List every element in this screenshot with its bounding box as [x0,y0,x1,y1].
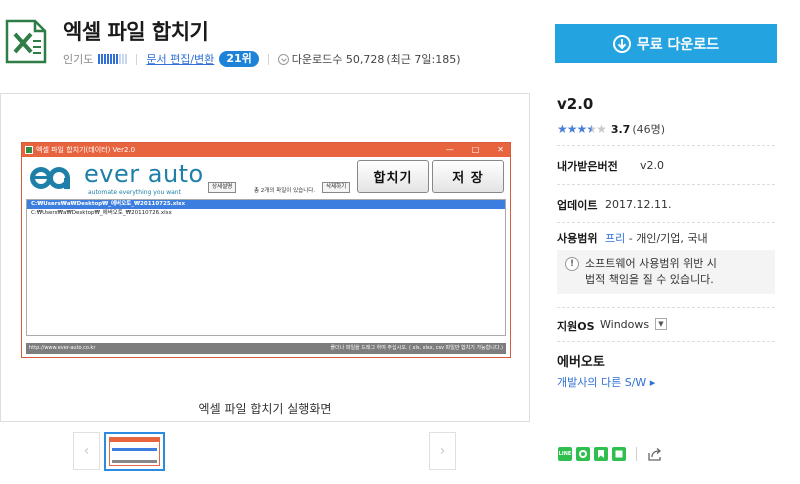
help-button: 상세설명 [208,182,237,193]
free-download-button[interactable]: 무료 다운로드 [555,24,777,63]
popularity-bar [98,54,128,64]
share-row: LINE [558,447,663,461]
brand-tagline: automate everything you want [88,189,181,196]
popularity-segment [104,54,107,64]
download-icon [612,34,631,53]
popularity-segment [101,54,104,64]
rating-row: ★★★★★ 3.7 (46명) [557,121,665,137]
window-statusbar: http://www.ever-auto.co.kr 폴더나 파일을 드래그 하… [26,343,506,354]
kakao-icon[interactable] [612,447,626,461]
popularity-segment [113,54,116,64]
star-icon: ★ [596,122,607,136]
rank-badge[interactable]: 21위 [219,51,259,67]
update-label: 업데이트 [557,199,598,212]
file-list: C:₩Users₩a₩Desktop₩_에버오토_₩20110725.xlsx … [26,199,506,336]
download-recent: (최근 7일:185) [386,53,461,66]
developer-other-software-link[interactable]: 개발사의 다른 S/W ▸ [557,374,655,390]
merge-button: 합치기 [357,160,429,193]
app-title: 엑셀 파일 합치기 [63,20,209,44]
file-list-item: C:₩Users₩a₩Desktop₩_에버오토_₩20110726.xlsx [31,210,172,216]
warning-line-2: 법적 책임을 질 수 있습니다. [585,273,714,286]
my-version-value: v2.0 [640,159,665,172]
rating-score: 3.7 [610,122,631,136]
star-icon: ★ [586,122,597,136]
thumbnail-item[interactable] [104,432,165,471]
app-meta-row: 인기도 문서 편집/변환 21위 다운로드수 50,728 (최근 7일:185… [63,51,460,67]
rating-count: (46명) [632,123,666,136]
minimize-icon: — [445,145,454,154]
chevron-right-icon: › [439,443,446,459]
version-title: v2.0 [557,95,594,113]
os-label: 지원OS [557,320,595,333]
status-url: http://www.ever-auto.co.kr [29,345,96,351]
popularity-segment [107,54,110,64]
close-icon: ✕ [497,145,504,154]
thumbnail-prev-button[interactable]: ‹ [73,432,100,470]
os-dropdown-button[interactable]: ▼ [655,318,667,330]
divider [557,184,775,185]
popularity-segment [116,54,119,64]
download-count-icon [277,53,289,65]
divider [636,447,637,461]
file-count-note: 총 2개의 파일이 있습니다. [254,188,316,194]
warning-line-1: 소프트웨어 사용범위 위반 시 [585,257,717,270]
popularity-segment [119,54,122,64]
category-link[interactable]: 문서 편집/변환 [146,51,214,67]
star-icon: ★ [566,122,578,136]
popularity-segment [122,54,125,64]
line-icon[interactable]: LINE [558,447,572,461]
popularity-segment [110,54,113,64]
window-app-icon [25,146,33,154]
share-icon[interactable] [647,447,663,461]
bookmark-icon[interactable] [594,447,608,461]
chevron-left-icon: ‹ [83,443,90,459]
rating-stars-icon: ★★★★★ [557,122,607,136]
popularity-segment [125,54,128,64]
divider [267,53,269,65]
delete-button: 삭제하기 [322,182,351,193]
divider [557,341,775,342]
divider [557,307,775,308]
developer-name: 에버오토 [557,355,605,370]
file-list-item: C:₩Users₩a₩Desktop₩_에버오토_₩20110725.xlsx [27,200,505,209]
app-window: 엑셀 파일 합치기(데이터) Ver2.0 — □ ✕ ever auto au… [21,142,511,358]
os-value: Windows [600,318,650,331]
thumbnail-next-button[interactable]: › [429,432,456,470]
my-version-label: 내가받은버전 [557,160,618,173]
window-titlebar: 엑셀 파일 합치기(데이터) Ver2.0 — □ ✕ [22,143,510,157]
window-controls: — □ ✕ [446,143,504,157]
star-icon: ★ [576,122,588,136]
maximize-icon: □ [471,145,480,154]
ever-auto-logo-icon [30,167,70,189]
divider [557,145,775,146]
popularity-segment [98,54,101,64]
scope-detail: - 개인/기업, 국내 [628,232,708,245]
star-icon: ★ [557,122,568,136]
update-date: 2017.12.11. [605,198,672,211]
window-title: 엑셀 파일 합치기(데이터) Ver2.0 [36,146,136,154]
download-button-label: 무료 다운로드 [636,36,720,53]
scope-label: 사용범위 [557,232,598,245]
status-hint: 폴더나 파일을 드래그 하여 주십시오. ( xls, xlsx, csv 파일… [330,345,503,351]
save-button: 저 장 [432,160,504,193]
popularity-label: 인기도 [63,53,94,66]
divider [136,53,138,65]
thumbnail-image [109,437,160,466]
download-count: 다운로드수 50,728 [291,53,385,66]
scope-value: 프리 - 개인/기업, 국내 [605,230,708,246]
divider [557,222,775,223]
band-icon[interactable] [576,447,590,461]
info-icon: ! [565,257,579,271]
brand-name: ever auto [84,160,204,188]
screenshot-caption: 엑셀 파일 합치기 실행화면 [198,402,332,416]
license-warning: ! 소프트웨어 사용범위 위반 시 법적 책임을 질 수 있습니다. [557,250,775,294]
excel-app-icon [5,19,47,64]
chevron-down-icon: ▼ [658,320,664,328]
scope-free: 프리 [605,232,626,245]
screenshot-viewer: 엑셀 파일 합치기(데이터) Ver2.0 — □ ✕ ever auto au… [0,93,530,422]
